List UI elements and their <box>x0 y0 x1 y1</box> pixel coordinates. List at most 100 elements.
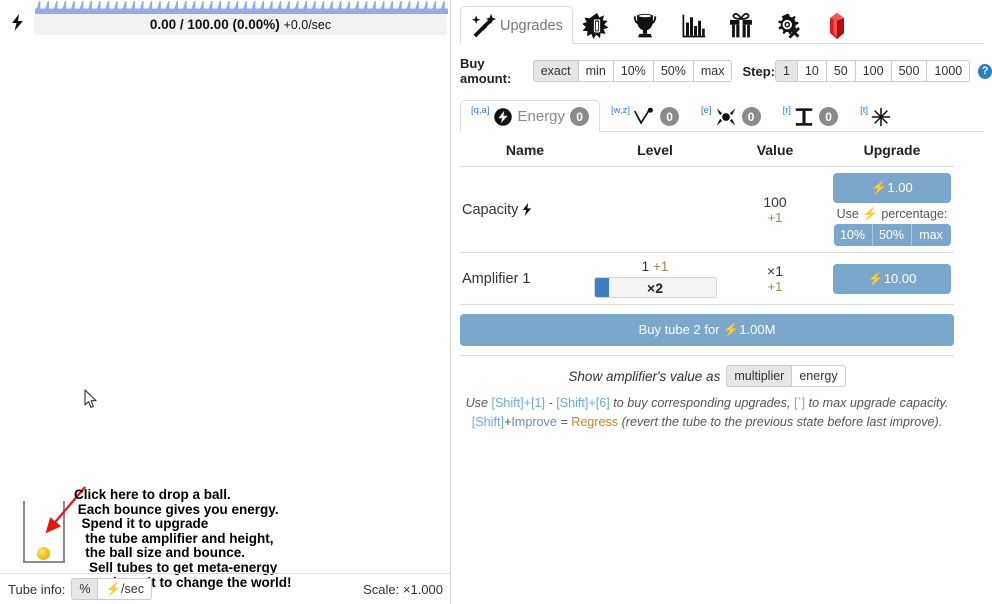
step-btn-50[interactable]: 50 <box>825 60 856 82</box>
level-text: 1 +1 <box>592 259 718 274</box>
buy-amount-btn-max[interactable]: max <box>692 60 733 82</box>
subtab-bounce[interactable]: [w,z] 0 <box>600 100 690 132</box>
tab-gift[interactable] <box>717 6 765 44</box>
energy-value-text: 0.00 / 100.00 (0.00%) +0.0/sec <box>150 17 331 32</box>
show-as-btn-energy[interactable]: energy <box>791 365 846 387</box>
value-delta: +1 <box>767 279 783 294</box>
hints-section: Show amplifier's value as multiplier ener… <box>460 365 954 432</box>
buy-amount-btn-10[interactable]: 10% <box>612 60 654 82</box>
gift-icon <box>727 12 755 40</box>
upgrade-button[interactable]: ⚡10.00 <box>833 263 951 294</box>
hint2-text3: (revert the tube to the previous state b… <box>618 415 943 429</box>
tab-trophy[interactable] <box>621 6 669 44</box>
hint1-text3: to buy corresponding upgrades, <box>609 396 794 410</box>
row-level <box>590 166 720 253</box>
lightning-bolt-icon <box>522 202 532 218</box>
header-name: Name <box>460 142 590 167</box>
tube-info-bar: Tube info: % ⚡/sec Scale: ×1.000 <box>0 573 451 604</box>
tube-info-btn-[interactable]: % <box>71 578 99 600</box>
upgrades-panel: Upgrades Buy amount: exact min 10% 50% m… <box>451 0 992 604</box>
tab-red-gem[interactable] <box>813 6 861 44</box>
subtab-badge: 0 <box>819 107 839 126</box>
hint1-key3: [`] <box>793 396 806 410</box>
sparkle-wand-icon <box>470 12 498 40</box>
tube-info-button-group: % ⚡/sec <box>71 578 152 600</box>
upgrade-button[interactable]: ⚡1.00 <box>833 173 951 203</box>
subtab-badge: 0 <box>570 107 590 126</box>
energy-bar-row: 0.00 / 100.00 (0.00%) +0.0/sec <box>0 12 451 36</box>
hint-line-2: [Shift]+Improve = Regress (revert the tu… <box>460 413 954 432</box>
tube-play-area[interactable]: Click here to drop a ball. Each bounce g… <box>0 36 451 589</box>
row-name: Capacity <box>460 166 590 253</box>
subtab-hotkey: [q,a] <box>471 105 490 116</box>
subtab-hotkey: [w,z] <box>611 105 631 116</box>
row-upgrade: ⚡10.00 <box>830 252 954 305</box>
subtab-hotkey: [r] <box>782 105 792 116</box>
help-icon[interactable]: ? <box>978 63 992 79</box>
divider <box>460 355 954 356</box>
subtab-ball-size[interactable]: [e] 0 <box>690 100 772 132</box>
tube-height-icon <box>794 107 814 127</box>
lightning-bolt-icon <box>0 14 34 34</box>
use-percentage-label: Use ⚡ percentage: <box>836 207 948 221</box>
subtab-asterisk-star[interactable]: [t] <box>849 100 902 132</box>
level-progress-text: ×2 <box>647 279 663 296</box>
buy-amount-button-group: exact min 10% 50% max <box>532 60 733 82</box>
broken-tube-icon <box>582 12 611 40</box>
tab-upgrades[interactable]: Upgrades <box>460 6 573 44</box>
upgrades-table: Name Level Value Upgrade Capacity 100 +1 ⚡… <box>460 142 954 305</box>
buy-amount-btn-50[interactable]: 50% <box>652 60 694 82</box>
tab-broken-tube[interactable] <box>573 6 621 44</box>
buy-amount-btn-exact[interactable]: exact <box>532 60 579 82</box>
tube-info-btn-sec[interactable]: ⚡/sec <box>97 578 152 600</box>
buy-tube-button[interactable]: Buy tube 2 for ⚡1.00M <box>460 314 954 346</box>
row-name-text: Capacity <box>462 201 519 218</box>
hint1-key2: [Shift]+[6] <box>556 396 610 410</box>
show-as-btn-multiplier[interactable]: multiplier <box>726 365 793 387</box>
energy-rate: +0.0/sec <box>283 17 332 32</box>
buy-amount-btn-min[interactable]: min <box>577 60 614 82</box>
row-name-text: Amplifier 1 <box>462 270 531 287</box>
hint1-key1: [Shift]+[1] <box>491 396 546 410</box>
percentage-button-50pct[interactable]: 50% <box>872 224 912 246</box>
red-gem-icon <box>823 12 851 40</box>
percentage-button-10pct[interactable]: 10% <box>833 224 873 246</box>
energy-circle-icon <box>493 107 513 127</box>
subtab-energy[interactable]: [q,a] Energy 0 <box>460 100 601 132</box>
tab-bar-chart[interactable] <box>669 6 717 44</box>
row-value: 100 +1 <box>720 166 830 253</box>
table-row: Capacity 100 +1 ⚡1.00 Use ⚡ percentage: 10% 5… <box>460 166 954 253</box>
step-btn-1[interactable]: 1 <box>774 60 798 82</box>
step-btn-1000[interactable]: 1000 <box>926 60 971 82</box>
subtab-tube-height[interactable]: [r] 0 <box>772 100 849 132</box>
header-level: Level <box>590 142 720 167</box>
main-tab-bar: Upgrades <box>460 4 984 44</box>
hint2-text2: = <box>556 415 572 429</box>
percentage-button-max[interactable]: max <box>911 224 951 246</box>
step-btn-500[interactable]: 500 <box>890 60 928 82</box>
gear-wrench-icon <box>775 12 803 40</box>
step-button-group: 1 10 50 100 500 1000 <box>774 60 971 82</box>
level-increment: +1 <box>652 259 669 274</box>
hint-line-1: Use [Shift]+[1] - [Shift]+[6] to buy cor… <box>460 394 954 413</box>
ball <box>37 547 50 560</box>
hint2-improve: Improve <box>511 415 557 429</box>
row-level: 1 +1 ×2 <box>590 252 720 305</box>
header-value: Value <box>720 142 830 167</box>
step-btn-100[interactable]: 100 <box>854 60 892 82</box>
header-upgrade: Upgrade <box>830 142 954 167</box>
energy-progress-bar[interactable]: 0.00 / 100.00 (0.00%) +0.0/sec <box>34 13 447 35</box>
tube-info-label: Tube info: <box>8 581 66 597</box>
row-value: ×1 +1 <box>720 252 830 305</box>
step-btn-10[interactable]: 10 <box>796 60 827 82</box>
trophy-icon <box>631 12 659 40</box>
value-delta: +1 <box>767 210 783 225</box>
tab-gear-wrench[interactable] <box>765 6 813 44</box>
row-upgrade: ⚡1.00 Use ⚡ percentage: 10% 50% max <box>830 166 954 253</box>
step-label: Step: <box>742 63 775 79</box>
energy-max: 100.00 <box>187 16 229 32</box>
energy-percent: (0.00%) <box>232 16 280 32</box>
asterisk-star-icon <box>871 107 891 127</box>
table-row: Amplifier 1 1 +1 ×2 ×1 +1 ⚡10.00 <box>460 252 954 305</box>
level-progress-bar[interactable]: ×2 <box>593 277 717 298</box>
